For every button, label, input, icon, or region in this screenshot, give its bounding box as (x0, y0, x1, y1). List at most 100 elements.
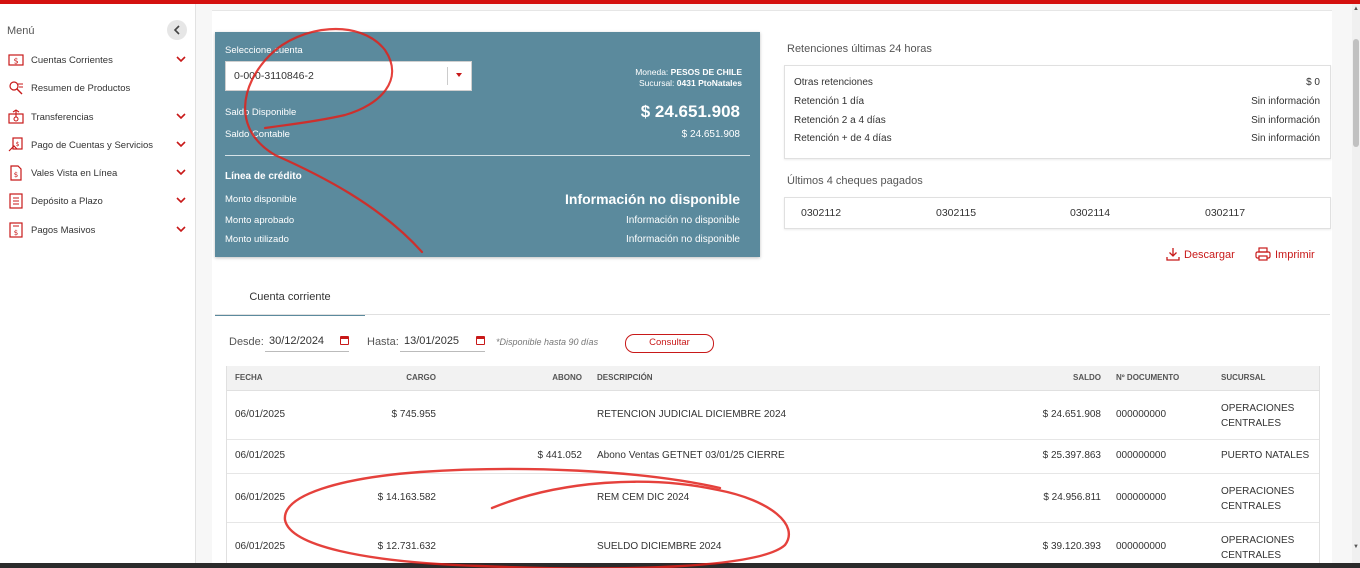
table-row[interactable]: 06/01/2025 $ 14.163.582 REM CEM DIC 2024… (227, 474, 1319, 523)
retencion-value: Sin información (1251, 133, 1320, 144)
cell-abono: $ 441.052 (537, 450, 583, 461)
retencion-label: Otras retenciones (794, 77, 873, 88)
cell-cargo: $ 12.731.632 (377, 541, 436, 552)
branch-label: Sucursal: (638, 78, 675, 88)
cell-descripcion: Abono Ventas GETNET 03/01/25 CIERRE (597, 450, 785, 461)
monto-utilizado-label: Monto utilizado (225, 234, 289, 245)
svg-text:$: $ (14, 229, 18, 237)
retencion-value: $ 0 (1306, 77, 1320, 88)
svg-text:$: $ (13, 57, 18, 66)
consultar-button[interactable]: Consultar (625, 334, 714, 353)
column-header-documento[interactable]: Nº DOCUMENTO (1116, 373, 1179, 382)
table-header: FECHA CARGO ABONO DESCRIPCIÓN SALDO Nº D… (227, 366, 1319, 391)
menu-title: Menú (7, 25, 35, 37)
cheque-number: 0302112 (801, 207, 842, 219)
sidebar-item-label: Pagos Masivos (31, 225, 96, 236)
download-label: Descargar (1184, 249, 1235, 261)
chevron-down-icon[interactable] (175, 194, 187, 206)
cell-saldo: $ 25.397.863 (1042, 450, 1101, 461)
hasta-label: Hasta: (367, 336, 399, 348)
sidebar-item-transferencias[interactable]: Transferencias (0, 107, 195, 129)
table-row[interactable]: 06/01/2025 $ 441.052 Abono Ventas GETNET… (227, 440, 1319, 474)
desde-date-input[interactable]: 30/12/2024 (265, 333, 349, 352)
sidebar-item-label: Depósito a Plazo (31, 196, 103, 207)
retencion-row: Retención + de 4 días Sin información (794, 133, 1320, 149)
chevron-down-icon[interactable] (175, 110, 187, 122)
movements-table: FECHA CARGO ABONO DESCRIPCIÓN SALDO Nº D… (226, 366, 1320, 563)
table-row[interactable]: 06/01/2025 $ 12.731.632 SUELDO DICIEMBRE… (227, 523, 1319, 563)
scroll-up-icon[interactable]: ▲ (1352, 6, 1360, 12)
sidebar-item-pago-cuentas[interactable]: $ Pago de Cuentas y Servicios (0, 135, 195, 157)
calendar-icon[interactable] (476, 336, 485, 345)
cell-sucursal: OPERACIONES CENTRALES (1221, 535, 1295, 561)
chevron-down-icon[interactable] (175, 138, 187, 150)
monto-aprobado-value: Información no disponible (626, 215, 740, 226)
cell-documento: 000000000 (1116, 409, 1167, 420)
column-header-saldo[interactable]: SALDO (1073, 373, 1101, 382)
sidebar-item-cuentas-corrientes[interactable]: $ Cuentas Corrientes (0, 50, 195, 72)
retencion-row: Retención 2 a 4 días Sin información (794, 115, 1320, 131)
page-scrollbar[interactable]: ▲ ▼ (1352, 4, 1360, 563)
saldo-disponible-label: Saldo Disponible (225, 107, 297, 118)
column-header-cargo[interactable]: CARGO (406, 373, 436, 382)
checkbook-icon: $ (8, 54, 24, 66)
sidebar-item-label: Cuentas Corrientes (31, 55, 113, 66)
document-icon (9, 193, 23, 209)
currency-label: Moneda: (635, 67, 669, 77)
taskbar-strip (0, 563, 1360, 568)
chevron-down-icon[interactable] (175, 166, 187, 178)
retencion-label: Retención 2 a 4 días (794, 115, 886, 126)
branch-info: Sucursal: 0431 PtoNatales (639, 78, 742, 88)
cell-sucursal: PUERTO NATALES (1221, 450, 1310, 461)
cell-descripcion: SUELDO DICIEMBRE 2024 (597, 541, 722, 552)
transfer-icon (8, 109, 24, 124)
cheques-panel: 0302112 0302115 0302114 0302117 (784, 197, 1331, 229)
voucher-icon: $ (10, 165, 22, 181)
desde-label: Desde: (229, 336, 264, 348)
tab-cuenta-corriente[interactable]: Cuenta corriente (215, 283, 365, 316)
chevron-down-icon[interactable] (175, 223, 187, 235)
cell-fecha: 06/01/2025 (235, 541, 286, 552)
calendar-icon[interactable] (340, 336, 349, 345)
retencion-row: Otras retenciones $ 0 (794, 77, 1320, 93)
scroll-down-icon[interactable]: ▼ (1352, 544, 1360, 550)
cell-sucursal: OPERACIONES CENTRALES (1221, 486, 1295, 512)
print-button[interactable]: Imprimir (1255, 247, 1315, 261)
cell-saldo: $ 39.120.393 (1042, 541, 1101, 552)
retencion-row: Retención 1 día Sin información (794, 96, 1320, 112)
monto-aprobado-label: Monto aprobado (225, 215, 295, 226)
column-header-descripcion[interactable]: DESCRIPCIÓN (597, 373, 653, 382)
account-select[interactable]: 0-000-3110846-2 (225, 61, 472, 91)
column-header-fecha[interactable]: FECHA (235, 373, 263, 382)
sidebar-item-vales-vista[interactable]: $ Vales Vista en Línea (0, 163, 195, 185)
column-header-abono[interactable]: ABONO (552, 373, 582, 382)
currency-info: Moneda: PESOS DE CHILE (635, 67, 742, 77)
hasta-date-input[interactable]: 13/01/2025 (400, 333, 485, 352)
select-account-label: Seleccione cuenta (225, 45, 303, 56)
cell-saldo: $ 24.956.811 (1043, 492, 1101, 503)
monto-disponible-label: Monto disponible (225, 194, 297, 205)
retencion-value: Sin información (1251, 96, 1320, 107)
cheques-title: Últimos 4 cheques pagados (787, 175, 923, 187)
credit-line-title: Línea de crédito (225, 171, 302, 182)
card-divider (225, 155, 750, 156)
date-range-note: *Disponible hasta 90 días (496, 337, 599, 347)
sidebar-item-pagos-masivos[interactable]: $ Pagos Masivos (0, 220, 195, 242)
scrollbar-thumb[interactable] (1353, 39, 1359, 147)
table-row[interactable]: 06/01/2025 $ 745.955 RETENCION JUDICIAL … (227, 391, 1319, 440)
cell-fecha: 06/01/2025 (235, 492, 286, 503)
collapse-menu-button[interactable] (167, 20, 187, 40)
sidebar-item-resumen-productos[interactable]: Resumen de Productos (0, 78, 195, 100)
bulk-payment-icon: $ (9, 222, 23, 238)
cell-saldo: $ 24.651.908 (1042, 409, 1101, 420)
download-button[interactable]: Descargar (1166, 247, 1235, 261)
chevron-down-icon[interactable] (175, 53, 187, 65)
select-separator (447, 67, 448, 85)
retencion-label: Retención + de 4 días (794, 133, 892, 144)
column-header-sucursal[interactable]: SUCURSAL (1221, 373, 1265, 382)
sidebar-item-label: Transferencias (31, 112, 94, 123)
retenciones-panel: Otras retenciones $ 0 Retención 1 día Si… (784, 65, 1331, 159)
cell-cargo: $ 14.163.582 (377, 492, 436, 503)
cell-cargo: $ 745.955 (391, 409, 437, 420)
sidebar-item-deposito-plazo[interactable]: Depósito a Plazo (0, 191, 195, 213)
